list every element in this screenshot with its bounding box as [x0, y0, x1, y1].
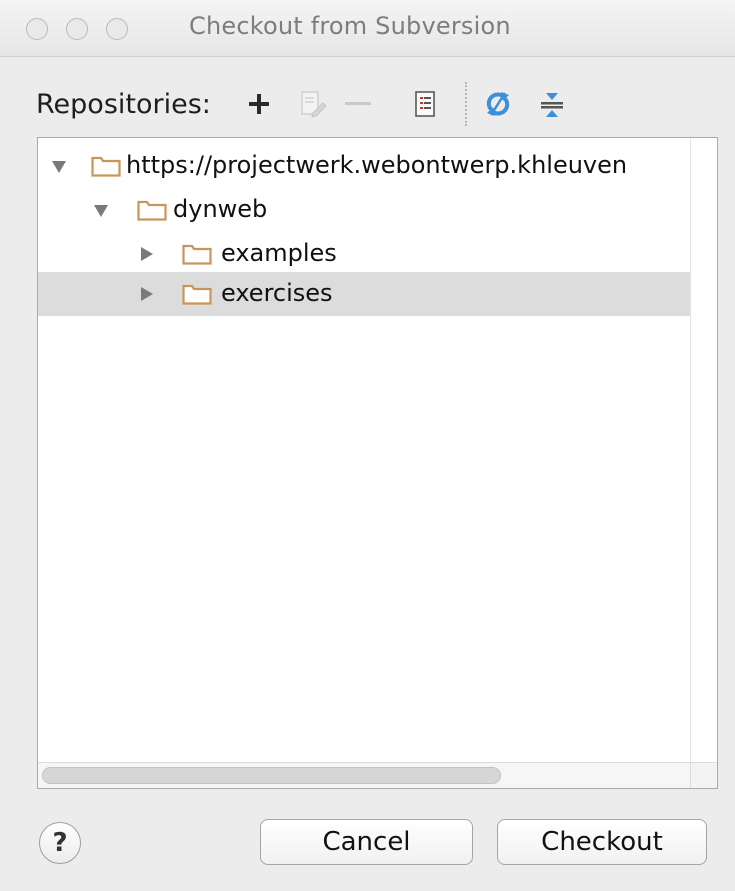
expand-arrow-icon[interactable] [52, 161, 66, 173]
tree-node-examples[interactable]: examples [38, 232, 690, 276]
repository-tree[interactable]: https://projectwerk.webontwerp.khleuven … [37, 137, 718, 789]
collapsed-arrow-icon[interactable] [141, 247, 153, 261]
toolbar-separator [465, 82, 467, 126]
tree-node-label: dynweb [173, 195, 268, 223]
tree-node-dynweb[interactable]: dynweb [38, 188, 690, 232]
title-bar: Checkout from Subversion [0, 0, 735, 57]
repositories-label: Repositories: [36, 89, 211, 120]
window-title: Checkout from Subversion [189, 12, 511, 40]
edit-icon [301, 91, 327, 118]
vertical-scrollbar[interactable] [690, 138, 717, 762]
collapsed-arrow-icon[interactable] [141, 287, 153, 301]
help-button[interactable]: ? [39, 822, 81, 864]
scroll-corner [690, 762, 717, 788]
folder-icon [182, 284, 212, 305]
add-repository-button[interactable] [244, 84, 274, 124]
refresh-icon [486, 92, 510, 116]
refresh-button[interactable] [481, 84, 515, 124]
folder-icon [137, 200, 167, 221]
tree-node-root[interactable]: https://projectwerk.webontwerp.khleuven [38, 144, 690, 188]
checkout-button[interactable]: Checkout [497, 819, 707, 865]
browse-changes-button[interactable] [410, 84, 440, 124]
zoom-window-button[interactable] [106, 18, 128, 40]
edit-repository-button[interactable] [297, 84, 329, 124]
tree-node-exercises[interactable]: exercises [38, 272, 690, 316]
minimize-window-button[interactable] [66, 18, 88, 40]
horizontal-scrollbar[interactable] [38, 762, 717, 788]
close-window-button[interactable] [26, 18, 48, 40]
tree-node-label: examples [221, 239, 337, 267]
cancel-button[interactable]: Cancel [260, 819, 473, 865]
add-icon [249, 94, 269, 114]
browse-changes-icon [415, 91, 435, 117]
folder-icon [182, 244, 212, 265]
tree-node-label: https://projectwerk.webontwerp.khleuven [126, 151, 628, 179]
horizontal-scroll-thumb[interactable] [42, 767, 501, 784]
remove-repository-button[interactable] [343, 84, 373, 124]
expand-arrow-icon[interactable] [94, 205, 108, 217]
folder-icon [91, 156, 121, 177]
tree-node-label: exercises [221, 279, 333, 307]
remove-icon [345, 102, 371, 105]
collapse-all-icon [541, 93, 563, 117]
collapse-all-button[interactable] [537, 84, 567, 124]
